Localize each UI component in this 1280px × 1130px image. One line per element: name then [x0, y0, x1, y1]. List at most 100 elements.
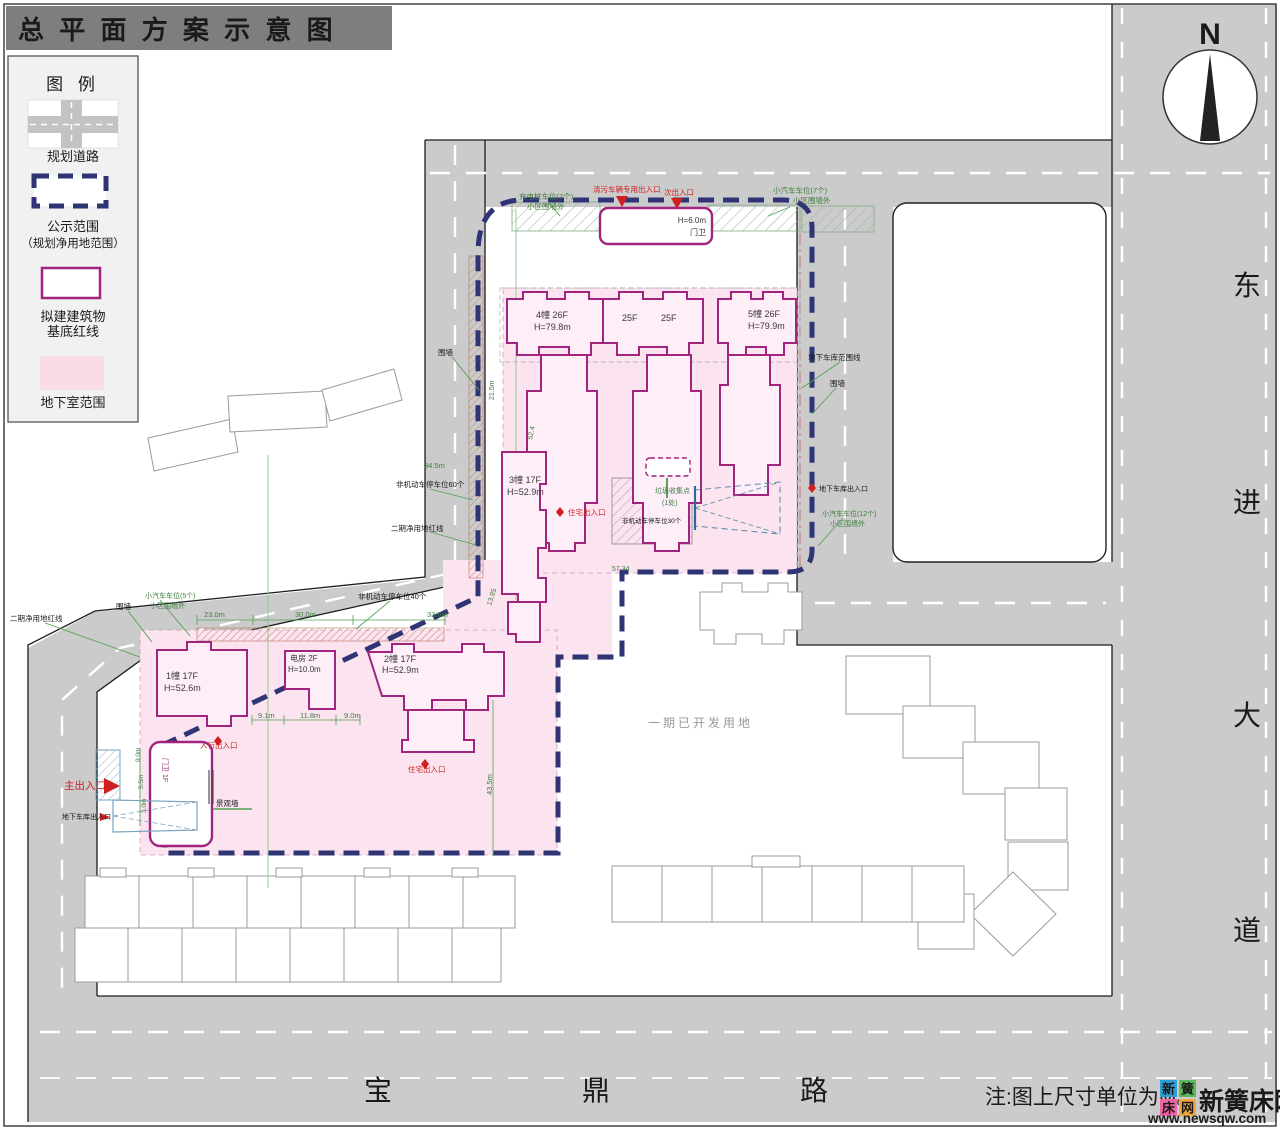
existing-building	[846, 656, 930, 714]
label-fence-w: 围墙	[116, 601, 131, 611]
dim-43-5: 43.5m	[485, 774, 494, 795]
legend-building-label-2: 基底红线	[47, 324, 99, 339]
label-secondary-entrance: 次出入口	[664, 187, 694, 197]
road-name-south-char: 路	[800, 1075, 828, 1106]
legend-building-icon	[42, 268, 100, 298]
label-building-3: 3幢 17F	[509, 474, 542, 485]
road-east-avenue	[1112, 4, 1277, 1122]
label-charging-parking-sub: 小区围墙外	[527, 201, 565, 211]
label-building-2-height: H=52.9m	[382, 665, 419, 675]
dim-33-6: 33.6m	[427, 610, 448, 619]
dim-9-0: 9.0m	[344, 711, 361, 720]
label-building-3-height: H=52.9m	[507, 487, 544, 497]
label-landscape-wall: 景观墙	[216, 798, 239, 808]
existing-rowhouses-southwest	[75, 868, 515, 982]
basement-step	[557, 630, 612, 657]
label-car-parking-sw: 小汽车车位(5个)	[145, 591, 196, 600]
compass-north-label: N	[1199, 18, 1221, 51]
legend-boundary-label-2: （规划净用地范围）	[21, 236, 125, 250]
site-plan-page: 充电桩车位(7个) 小区围墙外 清污车辆专用出入口 次出入口 小汽车车位(7个)…	[0, 0, 1280, 1130]
legend-basement-icon	[40, 356, 104, 390]
gatehouse-north	[600, 208, 712, 244]
road-name-east-char: 东	[1233, 270, 1261, 301]
dim-57-34: 57.34	[612, 566, 630, 573]
label-building-5-height: H=79.9m	[748, 321, 785, 331]
label-building-1: 1幢 17F	[166, 670, 199, 681]
label-car-parking-sw-sub: 小区围墙外	[150, 601, 185, 610]
dim-9-1: 9.1m	[258, 711, 275, 720]
road-name-east-char: 进	[1233, 487, 1261, 518]
label-phase2-redline-mid: 二期净用地红线	[391, 523, 444, 533]
dim-e-9-0: 9.0m	[135, 748, 142, 762]
dim-23: 23.0m	[204, 610, 225, 619]
legend-building-label-1: 拟建建筑物	[40, 309, 105, 324]
legend-road-icon	[28, 100, 118, 148]
label-residential-entrance-s: 住宅出入口	[408, 764, 446, 774]
label-building-25f-a: 25F	[622, 313, 638, 323]
existing-building	[1005, 788, 1067, 840]
label-fence-n: 围墙	[438, 347, 453, 357]
label-garage-extent-line: 地下车库范围线	[808, 352, 861, 362]
nonmotor-parking-strip-south	[197, 628, 444, 641]
page-title: 总 平 面 方 案 示 意 图	[18, 15, 337, 45]
label-nonmotor-court: 非机动车停车位30个	[622, 516, 682, 525]
label-garage-entrance-e: 地下车库出入口	[819, 484, 868, 493]
existing-building	[322, 369, 402, 421]
label-waste-point-sub: (1处)	[662, 498, 678, 507]
label-gatehouse-n: 门卫	[690, 227, 706, 237]
label-nonmotor-s: 非机动车停车位40个	[358, 591, 427, 601]
road-name-east-char: 大	[1233, 700, 1261, 731]
label-main-entrance: 主出入口	[64, 779, 106, 792]
label-car-parking-e: 小汽车车位(12个)	[822, 509, 876, 518]
dim-e-3-0: 3.0m	[141, 799, 148, 813]
existing-building	[700, 583, 802, 644]
label-car-parking-e-sub: 小区围墙外	[830, 519, 865, 528]
label-phase1-area: 一期已开发用地	[648, 715, 753, 730]
label-building-4: 4幢 26F	[536, 309, 569, 320]
dim-34-5: 34.5m	[424, 461, 445, 470]
label-building-1-height: H=52.6m	[164, 683, 201, 693]
legend-road-label: 规划道路	[47, 149, 99, 164]
label-power-house: 电房 2F	[290, 653, 318, 663]
legend: 图 例 规划道路 公示范围 （规划净用地范围） 拟建建筑物 基底红线 地下室范围	[8, 56, 138, 422]
existing-rowhouses-south	[612, 856, 964, 922]
label-waste-point: 垃圾收集点	[655, 486, 690, 495]
watermark-logo-char: 新	[1162, 1082, 1175, 1097]
label-nonmotor-n: 非机动车停车位60个	[396, 479, 465, 489]
road-name-south-char: 鼎	[582, 1075, 610, 1106]
legend-title: 图 例	[46, 75, 100, 94]
watermark-logo-char: 簧	[1181, 1082, 1194, 1097]
legend-boundary-label-1: 公示范围	[47, 219, 99, 234]
label-phase2-redline-left: 二期净用地红线	[10, 613, 63, 623]
road-name-east-char: 道	[1233, 915, 1261, 946]
label-garage-entrance-w: 地下车库出入口	[62, 812, 111, 821]
building-25f	[603, 292, 703, 355]
label-residential-entrance-n: 住宅出入口	[568, 507, 606, 517]
label-fence-e: 围墙	[830, 378, 845, 388]
site-plan-drawing: 充电桩车位(7个) 小区围墙外 清污车辆专用出入口 次出入口 小汽车车位(7个)…	[0, 0, 1280, 1130]
waste-collection-point	[646, 458, 690, 476]
label-gatehouse-n-height: H=6.0m	[678, 216, 707, 225]
label-car-parking-ne: 小汽车车位(7个)	[773, 185, 828, 195]
dim-e-5-5: 5.5m	[138, 775, 145, 789]
adjacent-parcel	[893, 203, 1106, 562]
label-building-5: 5幢 26F	[748, 308, 781, 319]
label-car-parking-ne-sub: 小区围墙外	[793, 195, 831, 205]
watermark-site-url: www.newsqw.com	[1147, 1111, 1266, 1126]
road-ring-horizontal	[797, 562, 1112, 645]
label-building-4-height: H=79.8m	[534, 322, 571, 332]
road-name-south-char: 宝	[364, 1075, 392, 1106]
dim-30: 30.0m	[295, 610, 316, 619]
label-power-house-height: H=10.0m	[288, 665, 321, 674]
existing-building	[148, 419, 238, 471]
dim-21-5: 21.5m	[489, 380, 496, 400]
legend-basement-label: 地下室范围	[40, 395, 105, 410]
building-2-wing	[402, 710, 474, 752]
existing-building	[228, 391, 327, 432]
label-gatehouse-s: 门卫 1F	[161, 758, 170, 782]
label-sanitation-entrance: 清污车辆专用出入口	[593, 184, 661, 194]
dim-11-8: 11.8m	[300, 711, 320, 720]
label-building-2: 2幢 17F	[384, 653, 417, 664]
title-bar: 总 平 面 方 案 示 意 图	[6, 6, 392, 50]
label-charging-parking: 充电桩车位(7个)	[519, 191, 574, 201]
